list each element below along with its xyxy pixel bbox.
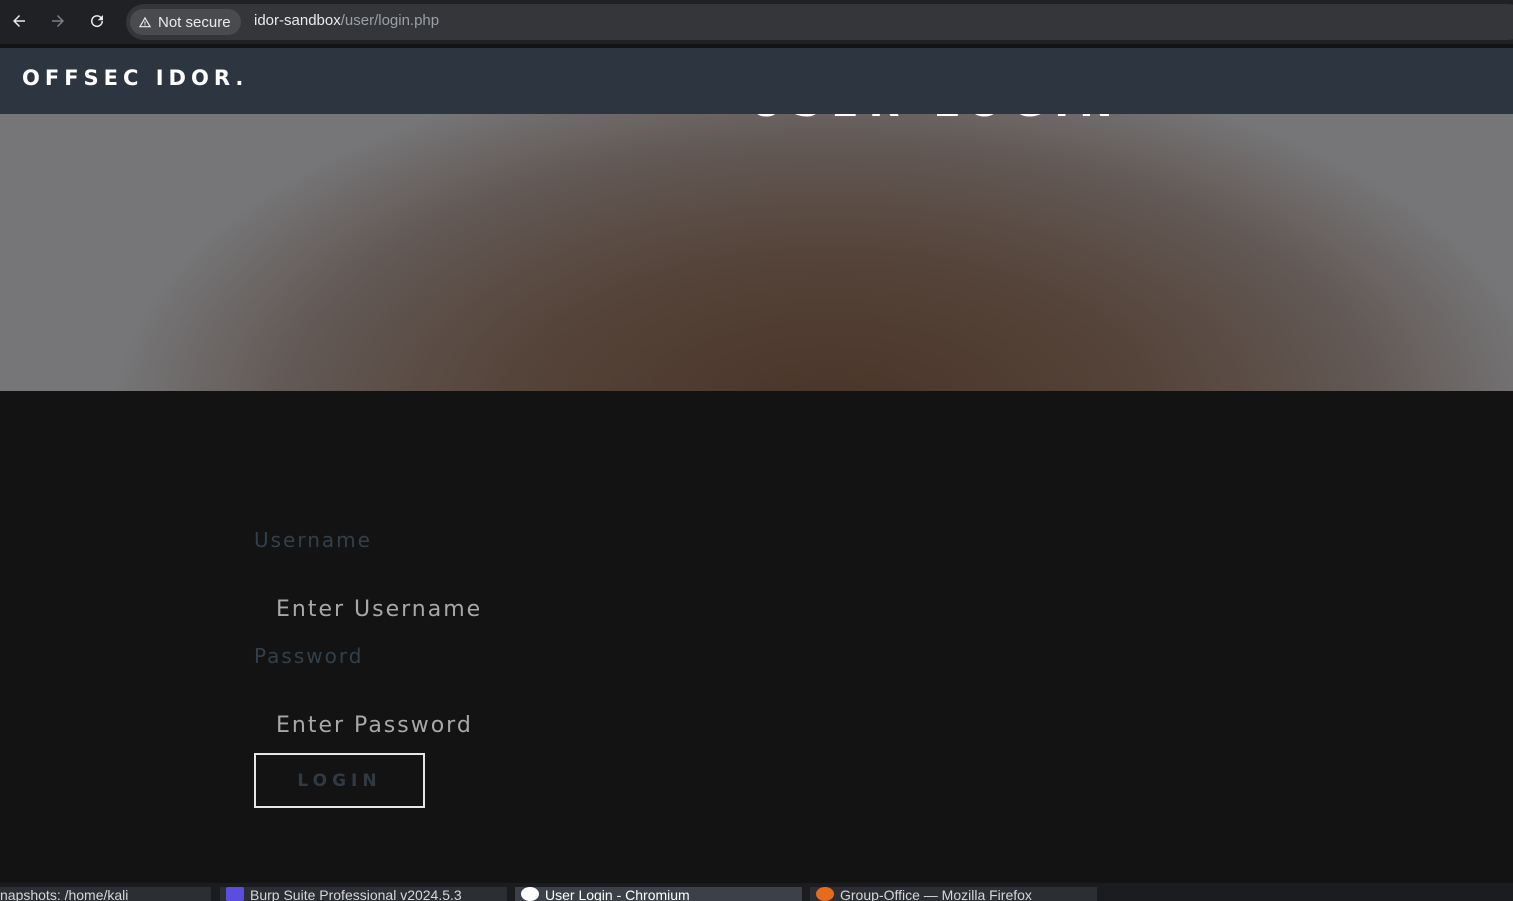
url-path: /user/login.php: [340, 12, 440, 29]
os-taskbar: napshots: /home/kali Burp Suite Professi…: [0, 883, 1513, 901]
hero-banner: USER LOGIN: [0, 114, 1513, 391]
security-chip[interactable]: Not secure: [130, 9, 241, 35]
password-input[interactable]: [254, 700, 698, 750]
taskbar-item-label: napshots: /home/kali: [0, 887, 129, 901]
arrow-right-icon: [52, 15, 64, 27]
taskbar-item-chromium[interactable]: User Login - Chromium: [515, 887, 802, 901]
site-header: OFFSEC IDOR.: [0, 48, 1513, 114]
url-host: idor-sandbox: [254, 12, 341, 29]
login-button[interactable]: LOGIN: [254, 753, 425, 808]
chromium-icon: [521, 887, 539, 901]
login-form: Username Password LOGIN: [0, 391, 1513, 883]
taskbar-item-firefox[interactable]: Group-Office — Mozilla Firefox: [810, 887, 1097, 901]
back-button[interactable]: [6, 8, 32, 34]
reload-icon: [91, 15, 104, 28]
url-text[interactable]: idor-sandbox/user/login.php: [254, 12, 439, 29]
brand-logo[interactable]: OFFSEC IDOR.: [22, 66, 248, 90]
firefox-icon: [816, 887, 834, 901]
reload-button[interactable]: [84, 8, 110, 34]
warning-icon: [138, 16, 152, 28]
taskbar-item-label: User Login - Chromium: [545, 887, 690, 901]
page-title: USER LOGIN: [750, 114, 1123, 126]
taskbar-item-label: Group-Office — Mozilla Firefox: [840, 887, 1032, 901]
username-input[interactable]: [254, 584, 698, 634]
security-label: Not secure: [158, 13, 231, 31]
taskbar-item-terminal[interactable]: napshots: /home/kali: [0, 887, 211, 901]
burp-icon: [226, 887, 244, 901]
password-label: Password: [254, 644, 364, 668]
taskbar-item-label: Burp Suite Professional v2024.5.3: [250, 887, 462, 901]
username-label: Username: [254, 528, 372, 552]
browser-toolbar: Not secure idor-sandbox/user/login.php: [0, 0, 1513, 44]
arrow-left-icon: [13, 15, 25, 27]
taskbar-item-burp[interactable]: Burp Suite Professional v2024.5.3: [220, 887, 507, 901]
forward-button[interactable]: [45, 8, 71, 34]
